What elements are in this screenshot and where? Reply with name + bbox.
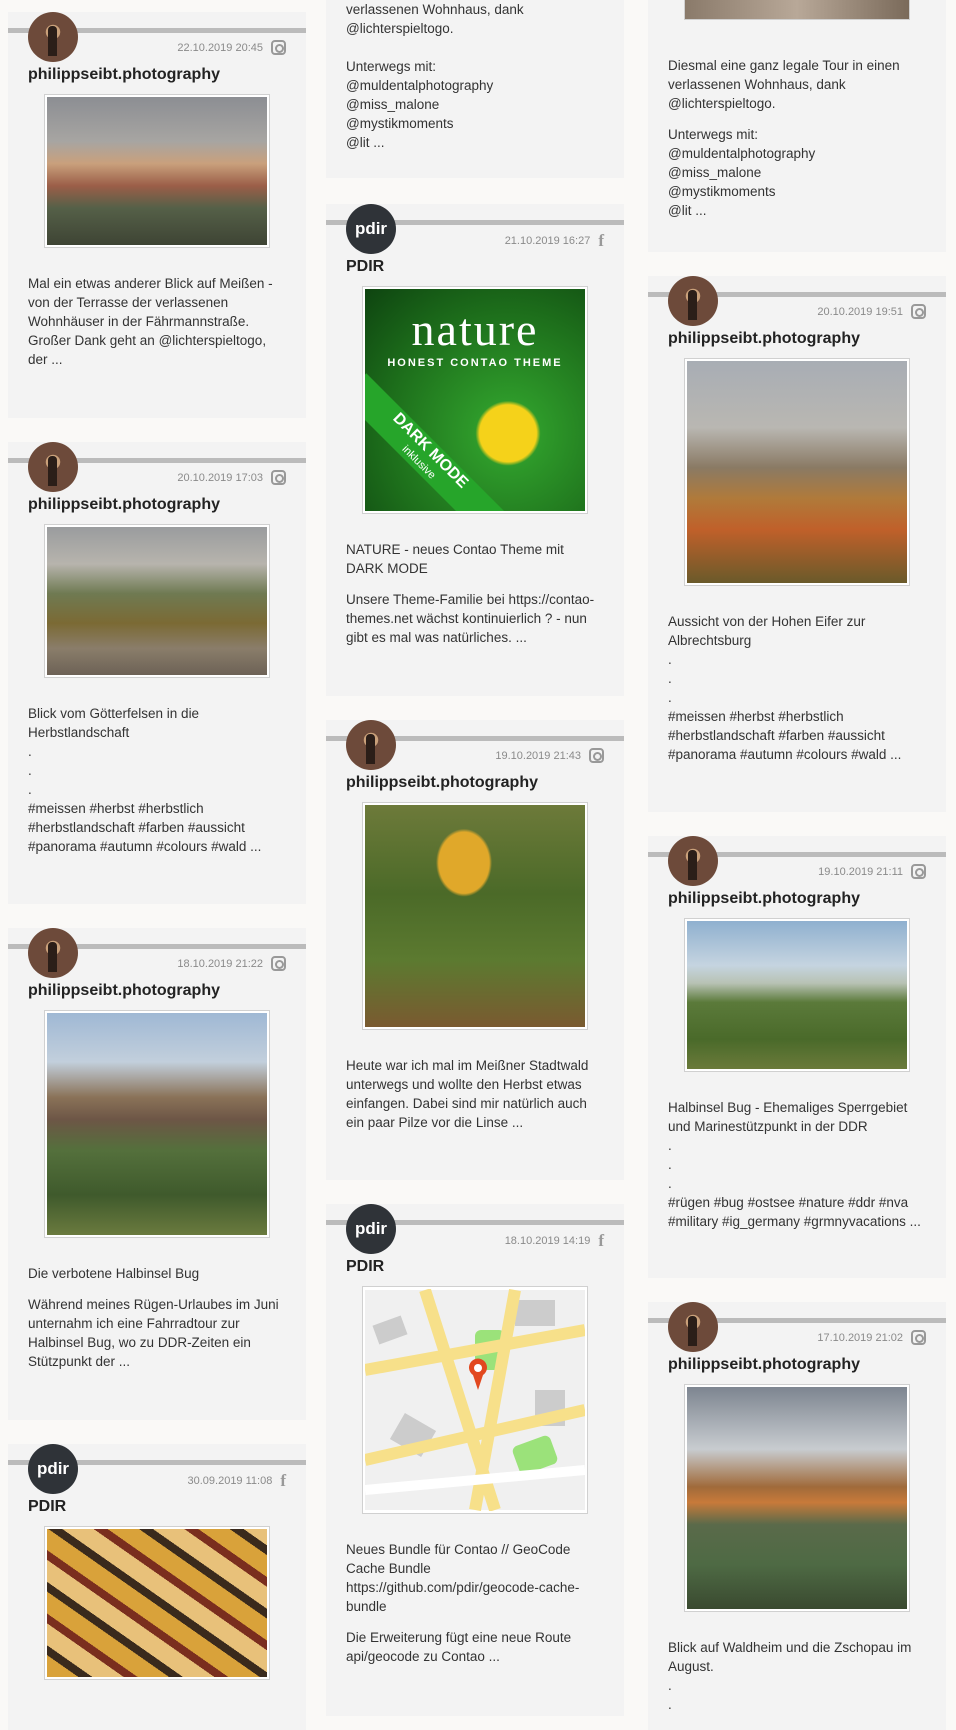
post-image[interactable] [44, 1526, 270, 1680]
avatar[interactable] [28, 442, 78, 492]
post-card[interactable]: 19.10.2019 21:11 philippseibt.photograph… [648, 836, 946, 1278]
post-date: 19.10.2019 21:43 [495, 749, 581, 762]
post-author[interactable]: philippseibt.photography [668, 1356, 926, 1374]
avatar[interactable] [668, 276, 718, 326]
avatar[interactable]: pdir [346, 204, 396, 254]
post-text: Aussicht von der Hohen Eifer zur Albrech… [668, 614, 902, 762]
instagram-icon[interactable] [271, 470, 286, 485]
avatar[interactable] [28, 12, 78, 62]
avatar[interactable] [668, 836, 718, 886]
instagram-icon[interactable] [911, 1330, 926, 1345]
post-date: 30.09.2019 11:08 [187, 1474, 273, 1487]
post-text: Mal ein etwas anderer Blick auf Meißen -… [28, 276, 273, 367]
instagram-icon[interactable] [271, 40, 286, 55]
post-text-fragment: verlassenen Wohnhaus, dank @lichterspiel… [326, 0, 624, 178]
post-image[interactable] [44, 94, 270, 248]
post-text: NATURE - neues Contao Theme mit DARK MOD… [346, 542, 595, 645]
post-text: Heute war ich mal im Meißner Stadtwald u… [346, 1058, 589, 1130]
post-author[interactable]: philippseibt.photography [28, 66, 286, 84]
post-author[interactable]: PDIR [28, 1498, 286, 1516]
post-text: Neues Bundle für Contao // GeoCode Cache… [346, 1542, 580, 1664]
avatar[interactable]: pdir [346, 1204, 396, 1254]
post-card[interactable]: 19.10.2019 21:43 philippseibt.photograph… [326, 720, 624, 1180]
instagram-icon[interactable] [911, 864, 926, 879]
facebook-icon[interactable]: f [280, 1472, 286, 1489]
post-date: 21.10.2019 16:27 [504, 234, 591, 247]
post-image[interactable] [44, 1010, 270, 1238]
post-text: Halbinsel Bug - Ehemaliges Sperrgebiet u… [668, 1100, 921, 1229]
post-date: 18.10.2019 14:19 [504, 1234, 591, 1247]
post-date: 17.10.2019 21:02 [817, 1331, 903, 1344]
nature-logo-text: nature [411, 304, 539, 355]
map-icon [363, 1288, 587, 1512]
post-image[interactable]: nature HONEST CONTAO THEME DARK MODE ink… [362, 286, 588, 514]
post-date: 19.10.2019 21:11 [818, 865, 903, 878]
post-image[interactable] [684, 1384, 910, 1612]
post-card[interactable]: 20.10.2019 17:03 philippseibt.photograph… [8, 442, 306, 904]
post-author[interactable]: philippseibt.photography [668, 330, 926, 348]
facebook-icon[interactable]: f [598, 1232, 604, 1249]
post-card[interactable]: 22.10.2019 20:45 philippseibt.photograph… [8, 12, 306, 418]
post-date: 22.10.2019 20:45 [177, 41, 263, 54]
post-date: 20.10.2019 17:03 [177, 471, 263, 484]
post-card[interactable]: pdir 21.10.2019 16:27 f PDIR nature HONES… [326, 204, 624, 696]
post-author[interactable]: PDIR [346, 258, 604, 276]
post-card[interactable]: pdir 18.10.2019 14:19 f PDIR Neues Bundle… [326, 1204, 624, 1716]
post-text: Blick vom Götterfelsen in die Herbstland… [28, 706, 262, 854]
map-image[interactable] [362, 1286, 588, 1514]
instagram-icon[interactable] [589, 748, 604, 763]
avatar[interactable] [28, 928, 78, 978]
post-author[interactable]: philippseibt.photography [668, 890, 926, 908]
avatar[interactable] [668, 1302, 718, 1352]
post-image[interactable] [684, 358, 910, 586]
nature-subtitle: HONEST CONTAO THEME [387, 357, 563, 369]
post-card[interactable]: 17.10.2019 21:02 philippseibt.photograph… [648, 1302, 946, 1730]
post-date: 20.10.2019 19:51 [817, 305, 903, 318]
post-date: 18.10.2019 21:22 [177, 957, 263, 970]
post-text-fragment: Diesmal eine ganz legale Tour in einen v… [648, 0, 946, 252]
post-text: Blick auf Waldheim und die Zschopau im A… [668, 1640, 912, 1712]
avatar[interactable] [346, 720, 396, 770]
post-image[interactable] [44, 524, 270, 678]
post-image[interactable] [684, 918, 910, 1072]
post-text: Die verbotene Halbinsel Bug Während mein… [28, 1266, 279, 1369]
avatar[interactable]: pdir [28, 1444, 78, 1494]
post-author[interactable]: philippseibt.photography [346, 774, 604, 792]
post-author[interactable]: PDIR [346, 1258, 604, 1276]
post-card[interactable]: pdir 30.09.2019 11:08 f PDIR [8, 1444, 306, 1730]
post-image[interactable] [684, 0, 910, 20]
instagram-icon[interactable] [271, 956, 286, 971]
post-author[interactable]: philippseibt.photography [28, 496, 286, 514]
dark-mode-banner: DARK MODE inklusive [365, 373, 508, 511]
post-card[interactable]: 20.10.2019 19:51 philippseibt.photograph… [648, 276, 946, 812]
post-author[interactable]: philippseibt.photography [28, 982, 286, 1000]
facebook-icon[interactable]: f [598, 232, 604, 249]
post-image[interactable] [362, 802, 588, 1030]
instagram-icon[interactable] [911, 304, 926, 319]
post-card[interactable]: 18.10.2019 21:22 philippseibt.photograph… [8, 928, 306, 1420]
